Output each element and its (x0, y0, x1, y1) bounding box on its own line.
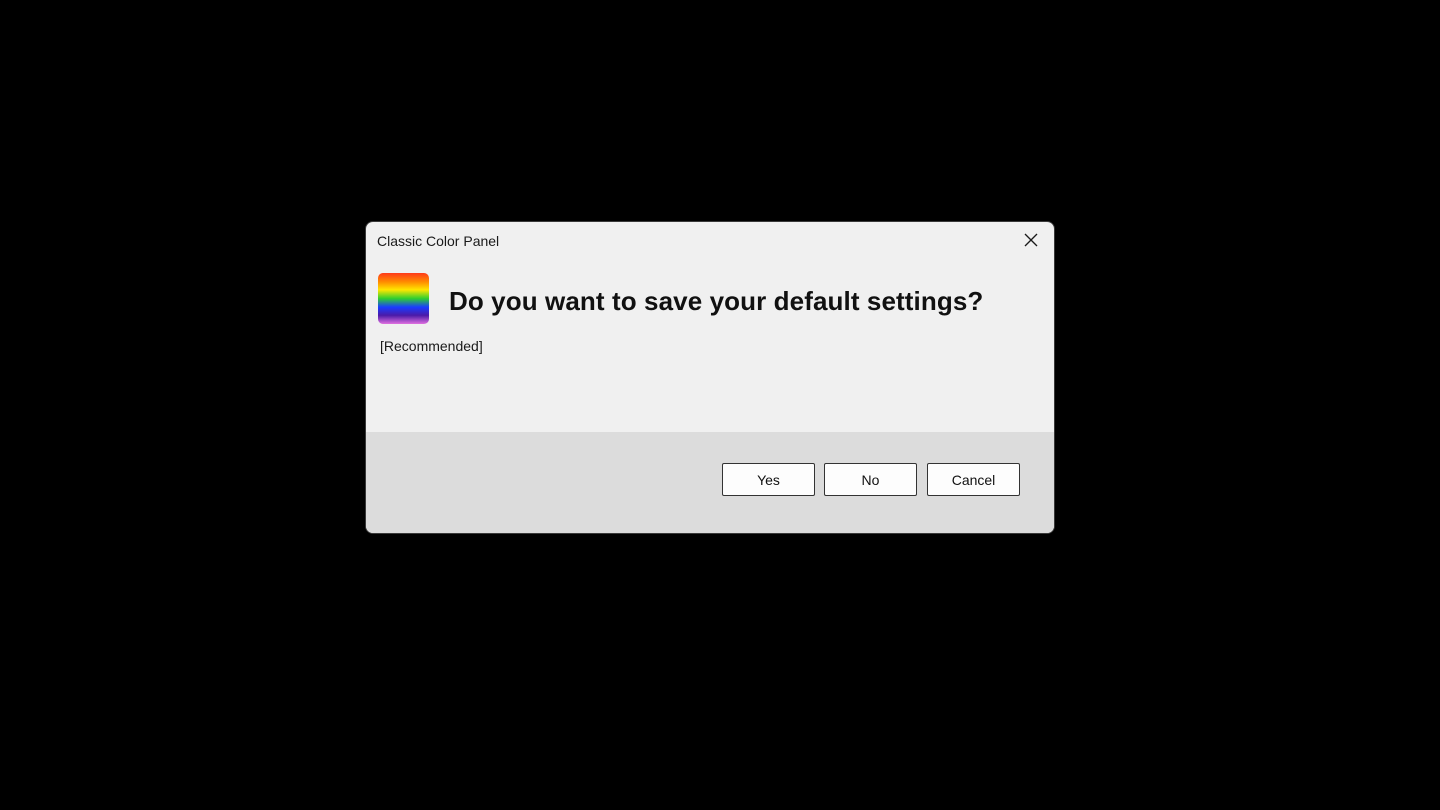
rainbow-gradient-icon (378, 273, 429, 324)
cancel-button[interactable]: Cancel (927, 463, 1020, 496)
title-bar: Classic Color Panel (366, 222, 1054, 260)
button-bar: Yes No Cancel (366, 432, 1054, 533)
close-icon (1024, 233, 1038, 247)
dialog-heading: Do you want to save your default setting… (449, 286, 984, 316)
window-title: Classic Color Panel (377, 233, 500, 249)
recommended-label: [Recommended] (380, 338, 483, 354)
no-button[interactable]: No (824, 463, 917, 496)
dialog-window: Classic Color Panel Do you want to save … (366, 222, 1054, 533)
yes-button[interactable]: Yes (722, 463, 815, 496)
close-button[interactable] (1008, 222, 1054, 258)
